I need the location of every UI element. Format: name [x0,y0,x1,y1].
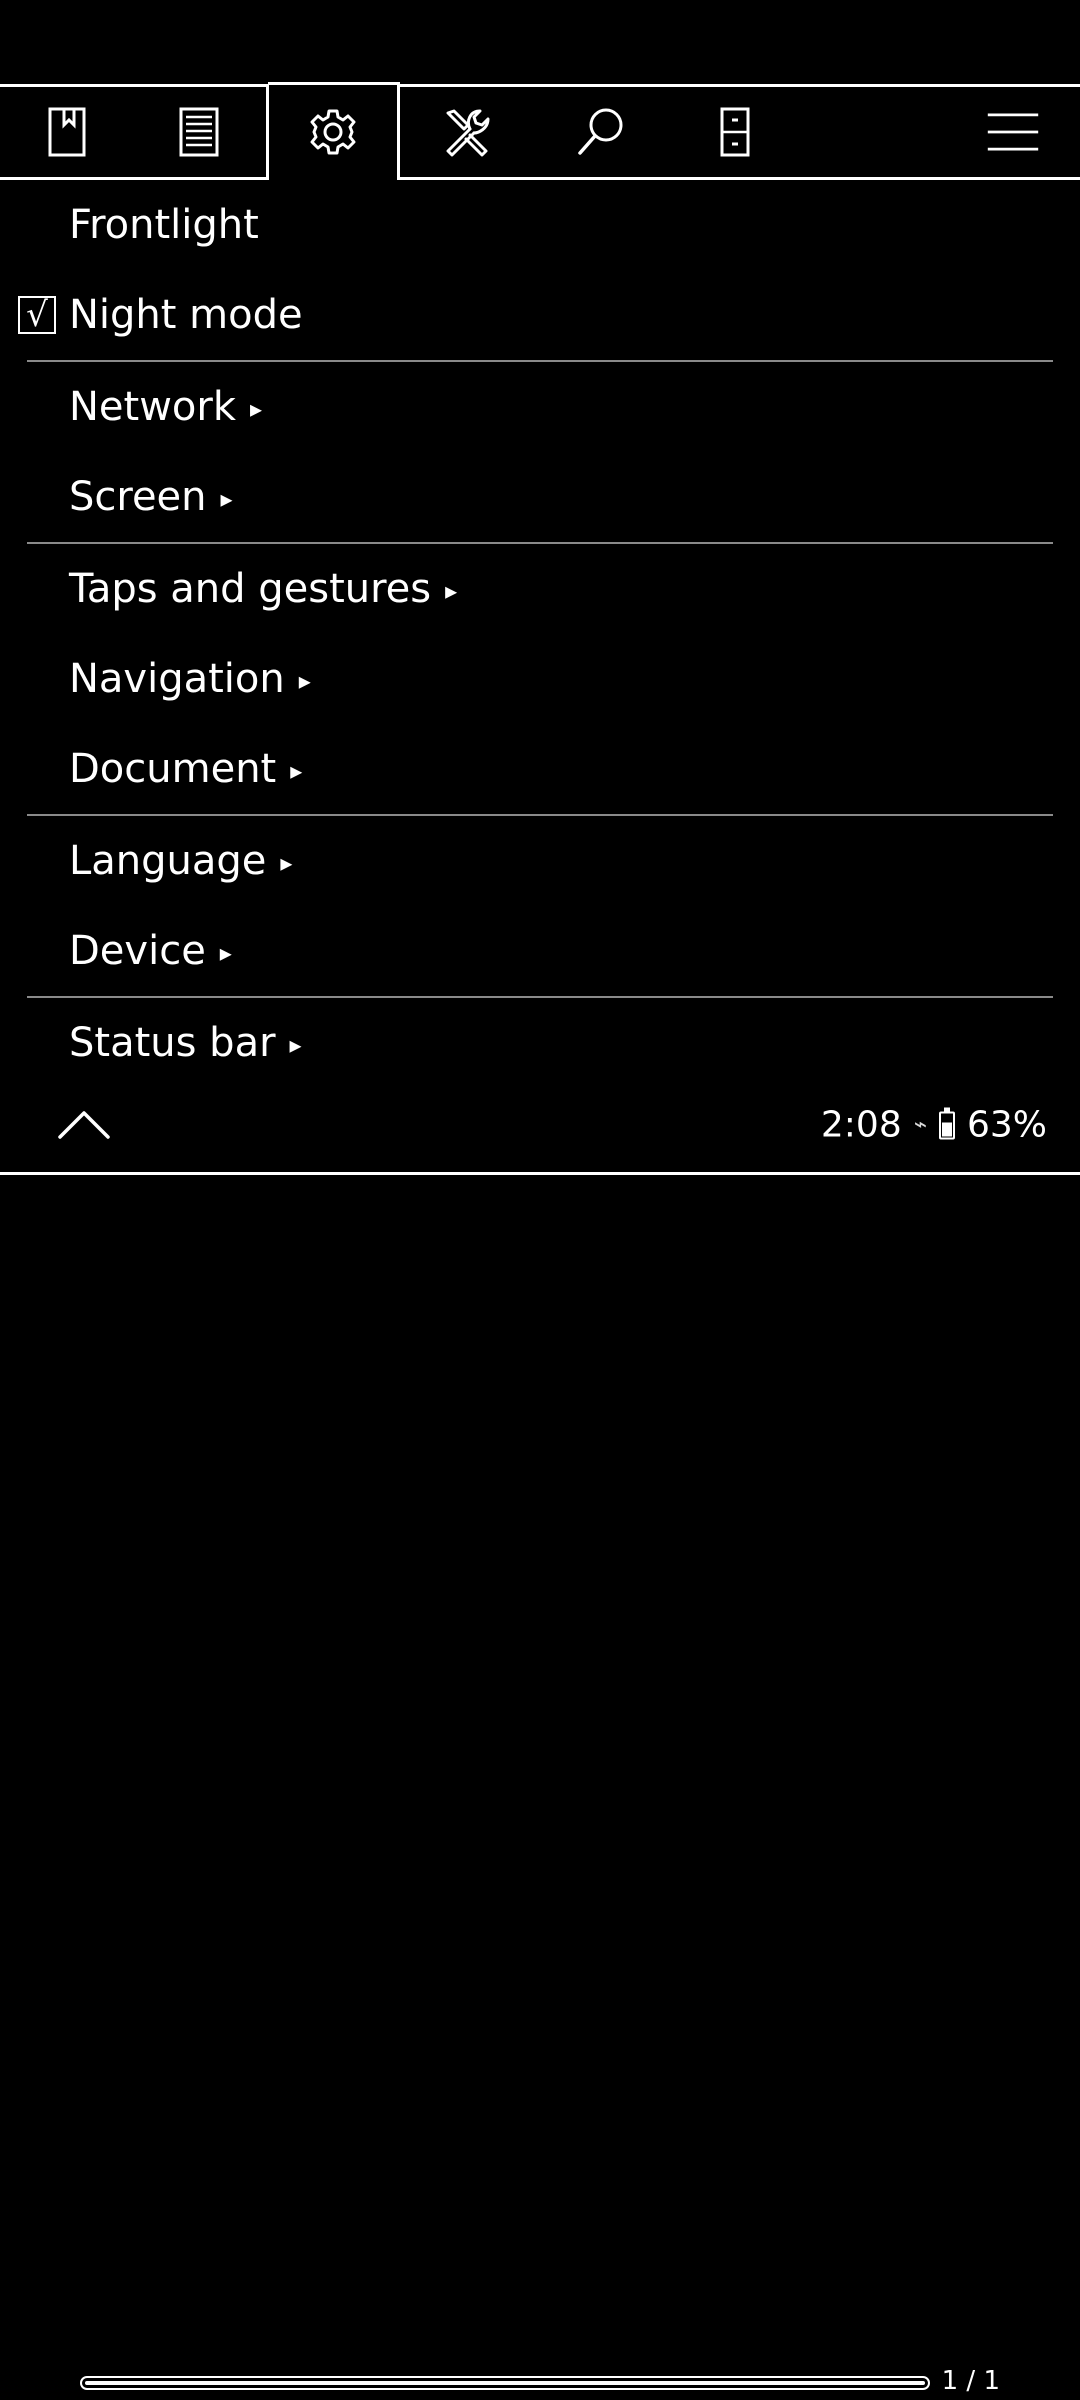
menu-item-label: Status bar [69,1020,276,1066]
reader-screen: Frontlight √ Night mode Network ▸ Screen ▸… [0,0,1080,2400]
menu-item-label[interactable]: Frontlight [69,205,259,245]
menu-item-navigation[interactable]: Navigation ▸ [0,634,1080,724]
menu-item-label-wrap[interactable]: Navigation ▸ [69,659,311,699]
submenu-arrow-icon: ▸ [290,757,303,785]
menu-item-label-wrap[interactable]: Screen ▸ [69,477,233,517]
bookmark-icon [48,107,86,157]
document-lines-icon [179,107,219,157]
tab-table-of-contents[interactable] [132,84,266,180]
menu-item-label: Document [69,746,277,792]
menu-footer: 2:08 ⌁ 63% [0,1077,1080,1173]
menu-item-taps-and-gestures[interactable]: Taps and gestures ▸ [0,544,1080,634]
top-tab-bar [0,82,1080,180]
menu-item-label: Navigation [69,656,285,702]
settings-menu: Frontlight √ Night mode Network ▸ Screen ▸… [0,180,1080,1088]
submenu-arrow-icon: ▸ [220,485,233,513]
menu-item-label: Taps and gestures [69,566,432,612]
menu-item-label-wrap[interactable]: Language ▸ [69,841,292,881]
file-cabinet-icon [720,107,750,157]
menu-item-label[interactable]: Night mode [69,295,303,335]
submenu-arrow-icon: ▸ [219,939,232,967]
search-icon [578,108,623,155]
submenu-arrow-icon: ▸ [289,1031,302,1059]
menu-item-label: Language [69,838,267,884]
tab-tools[interactable] [400,84,534,180]
menu-item-device[interactable]: Device ▸ [0,906,1080,996]
battery-icon [938,1107,955,1139]
menu-item-label-wrap[interactable]: Document ▸ [69,749,302,789]
menu-item-frontlight[interactable]: Frontlight [0,180,1080,270]
menu-item-language[interactable]: Language ▸ [0,816,1080,906]
status-info: 2:08 ⌁ 63% [821,1105,1047,1146]
gear-icon [310,109,356,155]
tab-main-menu[interactable] [946,84,1080,180]
wifi-off-icon: ⌁ [913,1112,927,1138]
menu-item-network[interactable]: Network ▸ [0,362,1080,452]
progress-fill [85,2381,925,2385]
night-mode-checkbox[interactable]: √ [18,296,56,334]
battery-percent: 63% [966,1104,1047,1146]
tab-filing[interactable] [668,84,802,180]
chevron-up-icon[interactable] [56,1103,112,1143]
menu-item-label: Network [69,384,237,430]
clock: 2:08 [820,1104,902,1146]
battery-level [941,1122,952,1136]
menu-item-label-wrap[interactable]: Network ▸ [69,387,262,427]
submenu-arrow-icon: ▸ [445,577,458,605]
menu-item-label: Screen [69,474,207,520]
menu-item-label-wrap[interactable]: Device ▸ [69,931,232,971]
tab-settings[interactable] [266,84,400,180]
menu-item-night-mode[interactable]: √ Night mode [0,270,1080,360]
tab-search[interactable] [534,84,668,180]
menu-item-status-bar[interactable]: Status bar ▸ [0,998,1080,1088]
menu-icon [987,113,1039,151]
submenu-arrow-icon: ▸ [280,849,293,877]
tab-bookmarks[interactable] [0,84,134,180]
menu-item-label: Device [69,928,206,974]
menu-item-document[interactable]: Document ▸ [0,724,1080,814]
page-counter: 1 / 1 [941,2366,1000,2396]
menu-item-screen[interactable]: Screen ▸ [0,452,1080,542]
submenu-arrow-icon: ▸ [298,667,311,695]
menu-item-label-wrap[interactable]: Taps and gestures ▸ [69,569,457,609]
reading-progress-bar[interactable] [80,2376,930,2390]
menu-bottom-border [0,1172,1080,1175]
submenu-arrow-icon: ▸ [250,395,263,423]
menu-item-label-wrap[interactable]: Status bar ▸ [69,1023,302,1063]
tools-icon [446,109,490,157]
checkmark-icon: √ [26,295,48,335]
